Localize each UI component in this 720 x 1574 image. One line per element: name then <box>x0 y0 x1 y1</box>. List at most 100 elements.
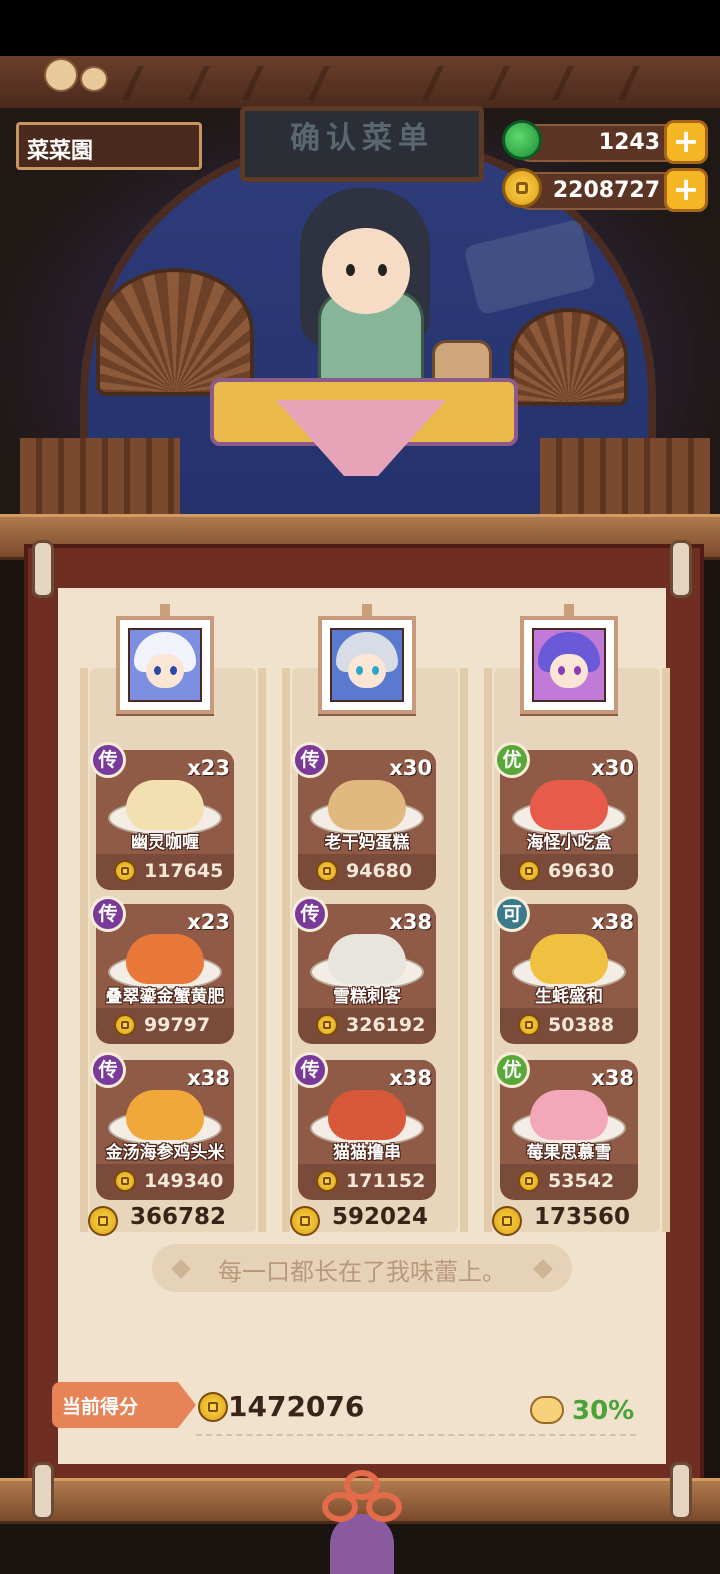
current-score-label: 当前得分 <box>62 1396 139 1418</box>
dish-quantity: x38 <box>591 1066 634 1090</box>
scroll-cap <box>670 1462 692 1520</box>
confirm-menu-sign: 确认菜单 <box>240 106 484 182</box>
dish-price: 149340 <box>144 1170 224 1192</box>
dish-name: 莓果思慕雪 <box>526 1143 612 1163</box>
dish-quantity: x38 <box>389 1066 432 1090</box>
coin-currency: 2208727 + <box>502 168 708 212</box>
dish-image <box>530 780 608 830</box>
dish-price: 69630 <box>548 860 615 882</box>
add-coin-button[interactable]: + <box>664 168 708 212</box>
jade-icon <box>502 120 542 160</box>
dish-price: 99797 <box>144 1014 211 1036</box>
coin-icon <box>518 1014 540 1036</box>
dish-image <box>328 934 406 984</box>
column-total-value: 366782 <box>130 1204 227 1230</box>
dish-quantity: x23 <box>187 756 230 780</box>
dish-quantity: x38 <box>187 1066 230 1090</box>
dish-quantity: x30 <box>389 756 432 780</box>
jade-currency: 1243 + <box>502 120 708 164</box>
rarity-badge: 优 <box>494 742 530 778</box>
dish-price: 326192 <box>346 1014 426 1036</box>
rarity-badge: 可 <box>494 896 530 932</box>
dish-name: 金汤海参鸡头米 <box>105 1143 225 1163</box>
scroll-cap <box>32 540 54 598</box>
dish-card[interactable]: 传 x30 老干妈蛋糕 94680 <box>292 742 436 890</box>
coin-icon <box>316 1170 338 1192</box>
bonus-percent: 30% <box>572 1396 635 1426</box>
scroll-cap <box>32 1462 54 1520</box>
character-portrait[interactable] <box>520 616 618 714</box>
dish-quantity: x38 <box>389 910 432 934</box>
divider <box>196 1434 636 1436</box>
coin-icon <box>114 1170 136 1192</box>
rarity-badge: 传 <box>90 1052 126 1088</box>
piggy-bank-icon <box>530 1396 564 1424</box>
dish-image <box>530 934 608 984</box>
column-total-value: 173560 <box>534 1204 631 1230</box>
dish-price: 117645 <box>144 860 224 882</box>
rarity-badge: 传 <box>292 742 328 778</box>
coin-value: 2208727 <box>552 178 660 203</box>
coin-icon <box>492 1206 522 1236</box>
dish-quantity: x38 <box>591 910 634 934</box>
dish-name: 幽灵咖喱 <box>131 833 199 853</box>
chinese-knot-icon <box>322 1470 402 1560</box>
dish-card[interactable]: 优 x30 海怪小吃盒 69630 <box>494 742 638 890</box>
coin-icon <box>88 1206 118 1236</box>
character-portrait[interactable] <box>116 616 214 714</box>
rarity-badge: 传 <box>292 896 328 932</box>
restaurant-name-box: 菜菜園 <box>16 122 202 170</box>
dish-image <box>126 780 204 830</box>
dish-name: 叠翠鎏金蟹黄肥 <box>105 987 225 1007</box>
dish-price: 50388 <box>548 1014 615 1036</box>
current-score-tab: 当前得分 <box>52 1382 196 1428</box>
coin-icon <box>316 1014 338 1036</box>
dish-image <box>328 780 406 830</box>
dish-image <box>530 1090 608 1140</box>
dish-card[interactable]: 传 x23 叠翠鎏金蟹黄肥 99797 <box>90 896 234 1044</box>
dish-card[interactable]: 优 x38 莓果思慕雪 53542 <box>494 1052 638 1200</box>
dish-card[interactable]: 可 x38 生蚝盛和 50388 <box>494 896 638 1044</box>
fan-decoration <box>96 268 254 396</box>
coin-icon <box>290 1206 320 1236</box>
dish-quantity: x23 <box>187 910 230 934</box>
rarity-badge: 传 <box>90 896 126 932</box>
dish-price: 171152 <box>346 1170 426 1192</box>
dish-name: 海怪小吃盒 <box>526 833 612 853</box>
dish-name: 老干妈蛋糕 <box>324 833 410 853</box>
coin-icon <box>518 1170 540 1192</box>
coin-icon <box>114 860 136 882</box>
current-score-value: 1472076 <box>228 1390 365 1423</box>
dish-image <box>328 1090 406 1140</box>
rarity-badge: 传 <box>90 742 126 778</box>
dish-card[interactable]: 传 x23 幽灵咖喱 117645 <box>90 742 234 890</box>
restaurant-name: 菜菜園 <box>27 139 94 164</box>
character-portrait[interactable] <box>318 616 416 714</box>
dish-card[interactable]: 传 x38 猫猫撸串 171152 <box>292 1052 436 1200</box>
add-jade-button[interactable]: + <box>664 120 708 164</box>
coin-icon <box>502 168 542 208</box>
chick-icon <box>44 58 78 92</box>
chick-icon <box>80 66 108 92</box>
dish-name: 雪糕刺客 <box>333 987 401 1007</box>
rarity-badge: 传 <box>292 1052 328 1088</box>
coin-icon <box>198 1392 228 1422</box>
roof-beam <box>0 56 720 112</box>
coin-icon <box>518 860 540 882</box>
dish-image <box>126 1090 204 1140</box>
chef-face <box>322 228 410 314</box>
dish-price: 53542 <box>548 1170 615 1192</box>
dish-card[interactable]: 传 x38 金汤海参鸡头米 149340 <box>90 1052 234 1200</box>
status-bar-area <box>0 0 720 56</box>
dish-card[interactable]: 传 x38 雪糕刺客 326192 <box>292 896 436 1044</box>
dish-quantity: x30 <box>591 756 634 780</box>
coin-icon <box>114 1014 136 1036</box>
dish-image <box>126 934 204 984</box>
dish-price: 94680 <box>346 860 413 882</box>
coin-icon <box>316 860 338 882</box>
column-total-value: 592024 <box>332 1204 429 1230</box>
dish-name: 生蚝盛和 <box>535 987 603 1007</box>
customer-comment: 每一口都长在了我味蕾上。 <box>152 1244 572 1292</box>
scroll-cap <box>670 540 692 598</box>
dish-name: 猫猫撸串 <box>333 1143 401 1163</box>
